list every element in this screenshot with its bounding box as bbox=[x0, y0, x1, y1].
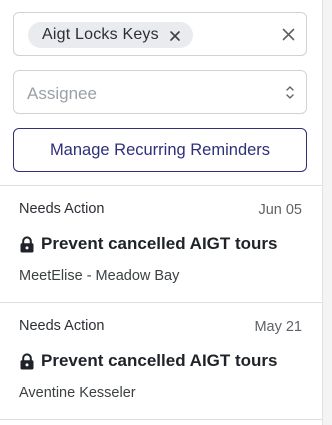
reminder-date: May 21 bbox=[254, 319, 302, 335]
divider bbox=[0, 419, 322, 420]
assignee-placeholder: Assignee bbox=[27, 84, 97, 103]
assignee-select[interactable]: Assignee bbox=[13, 70, 307, 114]
filter-chip: Aigt Locks Keys bbox=[28, 22, 193, 48]
chevron-up-down-icon bbox=[285, 84, 295, 101]
lock-icon bbox=[19, 352, 35, 370]
manage-recurring-reminders-button[interactable]: Manage Recurring Reminders bbox=[13, 128, 307, 172]
reminder-subtitle: Aventine Kesseler bbox=[19, 385, 136, 401]
chip-remove-icon[interactable] bbox=[169, 29, 181, 41]
reminder-card[interactable]: Needs Action Jun 05 Prevent cancelled AI… bbox=[0, 186, 322, 302]
reminder-title: Prevent cancelled AIGT tours bbox=[41, 351, 278, 370]
clear-icon[interactable] bbox=[282, 28, 295, 41]
lock-icon bbox=[19, 235, 35, 253]
reminder-status: Needs Action bbox=[19, 318, 105, 334]
filter-field[interactable]: Aigt Locks Keys bbox=[13, 12, 307, 56]
scrollbar[interactable] bbox=[323, 0, 332, 425]
filter-chip-label: Aigt Locks Keys bbox=[42, 26, 159, 43]
reminder-card[interactable]: Needs Action May 21 Prevent cancelled AI… bbox=[0, 303, 322, 419]
reminders-panel: Aigt Locks Keys Assignee Manage Recurrin… bbox=[0, 0, 323, 425]
reminder-date: Jun 05 bbox=[258, 202, 302, 218]
reminder-title-row: Prevent cancelled AIGT tours bbox=[19, 234, 278, 254]
reminder-title: Prevent cancelled AIGT tours bbox=[41, 234, 278, 253]
reminder-title-row: Prevent cancelled AIGT tours bbox=[19, 351, 278, 371]
reminder-subtitle: MeetElise - Meadow Bay bbox=[19, 268, 180, 284]
reminder-status: Needs Action bbox=[19, 201, 105, 217]
